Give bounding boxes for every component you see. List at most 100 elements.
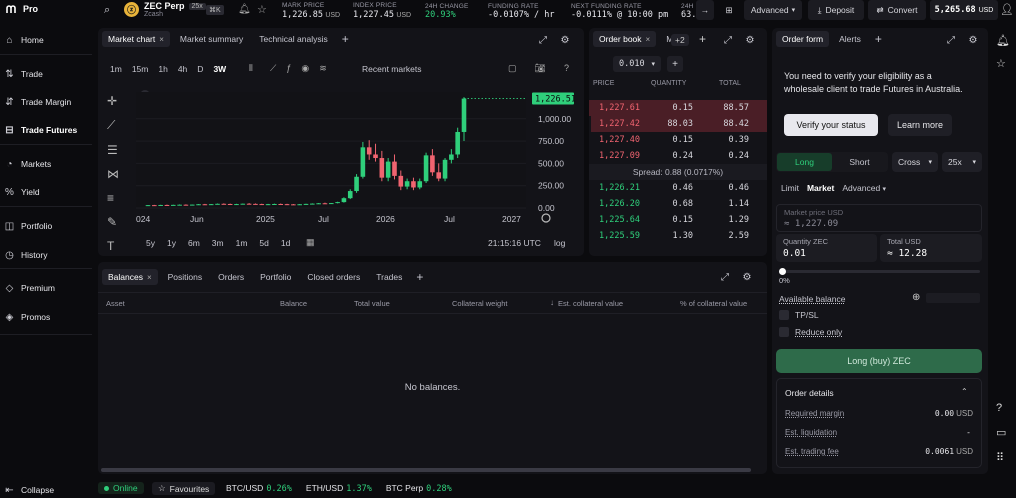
account-balance[interactable]: 5,265.68 USD — [930, 0, 998, 20]
hlines-icon[interactable]: ☰ — [107, 143, 119, 157]
bell-icon[interactable]: 🔔︎ — [238, 4, 251, 15]
bid-row[interactable]: 1,226.21 0.46 0.46 — [589, 180, 767, 196]
tab-trades[interactable]: Trades — [370, 269, 408, 285]
timeframe-1h[interactable]: 1h — [158, 64, 167, 74]
bid-row[interactable]: 1,225.64 0.15 1.29 — [589, 212, 767, 228]
sidebar-item-premium[interactable]: ◇ Premium — [4, 280, 88, 296]
indicators-icon[interactable]: ⟋ — [270, 63, 276, 74]
quantity-field[interactable]: Quantity ZEC 0.01 — [776, 234, 877, 262]
tab-order-book[interactable]: Order book × — [593, 31, 657, 47]
sidebar-item-yield[interactable]: % Yield — [4, 184, 88, 200]
expand-icon[interactable]: ⤢ — [721, 33, 735, 47]
tab-alerts[interactable]: Alerts — [833, 31, 867, 47]
ask-row[interactable]: 1,227.61 0.15 88.57 — [589, 100, 767, 116]
apps-grid-icon[interactable]: ⠿ — [996, 451, 1006, 464]
range-1d[interactable]: 1d — [281, 238, 290, 248]
timeframe-3w[interactable]: 3W — [213, 64, 226, 74]
range-1m[interactable]: 1m — [236, 238, 248, 248]
order-type-advanced[interactable]: Advanced ▾ — [842, 183, 886, 193]
eye-icon[interactable]: ◉ — [301, 63, 309, 74]
add-funds-icon[interactable]: ⊕ — [912, 292, 920, 303]
advanced-button[interactable]: Advanced ▾ — [744, 0, 802, 20]
tpsl-checkbox[interactable] — [779, 310, 789, 320]
crosshair-icon[interactable]: ✛ — [107, 94, 119, 108]
bid-row[interactable]: 1,226.20 0.68 1.14 — [589, 196, 767, 212]
sidebar-item-portfolio[interactable]: ◫ Portfolio — [4, 218, 88, 234]
tab-balances[interactable]: Balances × — [102, 269, 158, 285]
timeframe-4h[interactable]: 4h — [178, 64, 187, 74]
range-6m[interactable]: 6m — [188, 238, 200, 248]
ticker-item[interactable]: BTC Perp 0.28% — [386, 483, 452, 494]
order-type-market[interactable]: Market — [807, 183, 834, 193]
star-icon[interactable]: ☆ — [257, 3, 267, 16]
sidebar-item-home[interactable]: ⌂ Home — [4, 32, 88, 48]
tab-positions[interactable]: Positions — [162, 269, 209, 285]
add-tab-icon[interactable]: + — [699, 32, 706, 46]
tick-increase-button[interactable]: + — [667, 56, 683, 72]
chevron-up-icon[interactable]: ⌃ — [961, 387, 968, 396]
range-1y[interactable]: 1y — [167, 238, 176, 248]
expand-icon[interactable]: ⤢ — [536, 33, 550, 47]
verify-status-button[interactable]: Verify your status — [784, 114, 878, 136]
horizontal-scrollbar[interactable] — [101, 468, 751, 472]
short-tab[interactable]: Short — [832, 153, 887, 171]
log-scale-toggle[interactable]: log — [554, 238, 565, 248]
trendline-icon[interactable]: ⟋ — [107, 118, 119, 133]
order-type-limit[interactable]: Limit — [781, 183, 799, 193]
calendar-icon[interactable]: ▦ — [306, 237, 315, 248]
ask-row[interactable]: 1,227.42 88.03 88.42 — [589, 116, 767, 132]
bid-row[interactable]: 1,225.59 1.30 2.59 — [589, 228, 767, 244]
tab-portfolio[interactable]: Portfolio — [254, 269, 297, 285]
ask-row[interactable]: 1,227.40 0.15 0.39 — [589, 132, 767, 148]
search-icon[interactable]: ⌕ — [104, 4, 110, 17]
camera-icon[interactable]: 📷︎ — [535, 63, 546, 74]
total-field[interactable]: Total USD ≈ 12.28 — [880, 234, 982, 262]
text-tool-icon[interactable]: T — [107, 239, 119, 253]
sidebar-item-trade-margin[interactable]: ⇵ Trade Margin — [4, 94, 88, 110]
app-logo[interactable]: Pro — [6, 4, 38, 14]
star-icon[interactable]: ☆ — [996, 57, 1010, 70]
symbol-name[interactable]: ZEC Perp — [144, 1, 185, 11]
timeframe-d[interactable]: D — [197, 64, 203, 74]
settings-sliders-icon[interactable]: ⚙ — [966, 33, 980, 47]
more-tabs-badge[interactable]: +2 — [671, 34, 689, 46]
layout-button[interactable]: ⊞ — [720, 0, 738, 20]
size-slider[interactable] — [780, 270, 980, 273]
tab-order-form[interactable]: Order form — [776, 31, 830, 47]
expand-icon[interactable]: ⤢ — [944, 33, 958, 47]
add-tab-icon[interactable]: + — [412, 270, 427, 284]
ask-row[interactable]: 1,227.09 0.24 0.24 — [589, 148, 767, 164]
timeframe-15m[interactable]: 15m — [132, 64, 149, 74]
tab-technical-analysis[interactable]: Technical analysis — [253, 31, 334, 47]
tab-closed-orders[interactable]: Closed orders — [301, 269, 366, 285]
tab-market-chart[interactable]: Market chart × — [102, 31, 170, 47]
range-3m[interactable]: 3m — [212, 238, 224, 248]
favourites-button[interactable]: ☆ Favourites — [152, 482, 216, 495]
ticker-item[interactable]: BTC/USD 0.26% — [226, 483, 292, 494]
column-header[interactable]: Est. collateral value — [558, 299, 623, 308]
scroll-right-button[interactable]: → — [696, 0, 714, 20]
range-5d[interactable]: 5d — [259, 238, 268, 248]
close-icon[interactable]: × — [147, 273, 152, 282]
deposit-button[interactable]: ⤓ Deposit — [808, 0, 864, 20]
tick-size-select[interactable]: 0.010 ▾ — [613, 56, 661, 72]
sidebar-item-promos[interactable]: ◈ Promos — [4, 309, 88, 325]
book-icon[interactable]: ▭ — [996, 426, 1006, 439]
sort-arrow-icon[interactable]: ↓ — [550, 298, 554, 307]
sidebar-item-history[interactable]: ◷ History — [4, 247, 88, 263]
fullscreen-icon[interactable]: ▢ — [508, 63, 517, 74]
close-icon[interactable]: × — [646, 35, 651, 44]
collapse-button[interactable]: ⇤ Collapse — [4, 482, 88, 498]
compare-icon[interactable]: ≋ — [319, 63, 327, 74]
sidebar-item-trade[interactable]: ⇅ Trade — [4, 66, 88, 82]
reduce-only-checkbox[interactable] — [779, 327, 789, 337]
candlestick-chart[interactable]: 0.00 250.00 500.00 750.00 1,000.00 024 Jun 2025… — [126, 84, 584, 234]
expand-icon[interactable]: ⤢ — [718, 270, 732, 284]
range-5y[interactable]: 5y — [146, 238, 155, 248]
bell-icon[interactable]: 🔔︎ — [996, 34, 1010, 47]
help-icon[interactable]: ? — [564, 63, 569, 74]
margin-mode-select[interactable]: Cross ▾ — [892, 152, 938, 172]
leverage-select[interactable]: 25x ▾ — [942, 152, 982, 172]
convert-button[interactable]: ⇄ Convert — [868, 0, 926, 20]
settings-sliders-icon[interactable]: ⚙ — [740, 270, 754, 284]
